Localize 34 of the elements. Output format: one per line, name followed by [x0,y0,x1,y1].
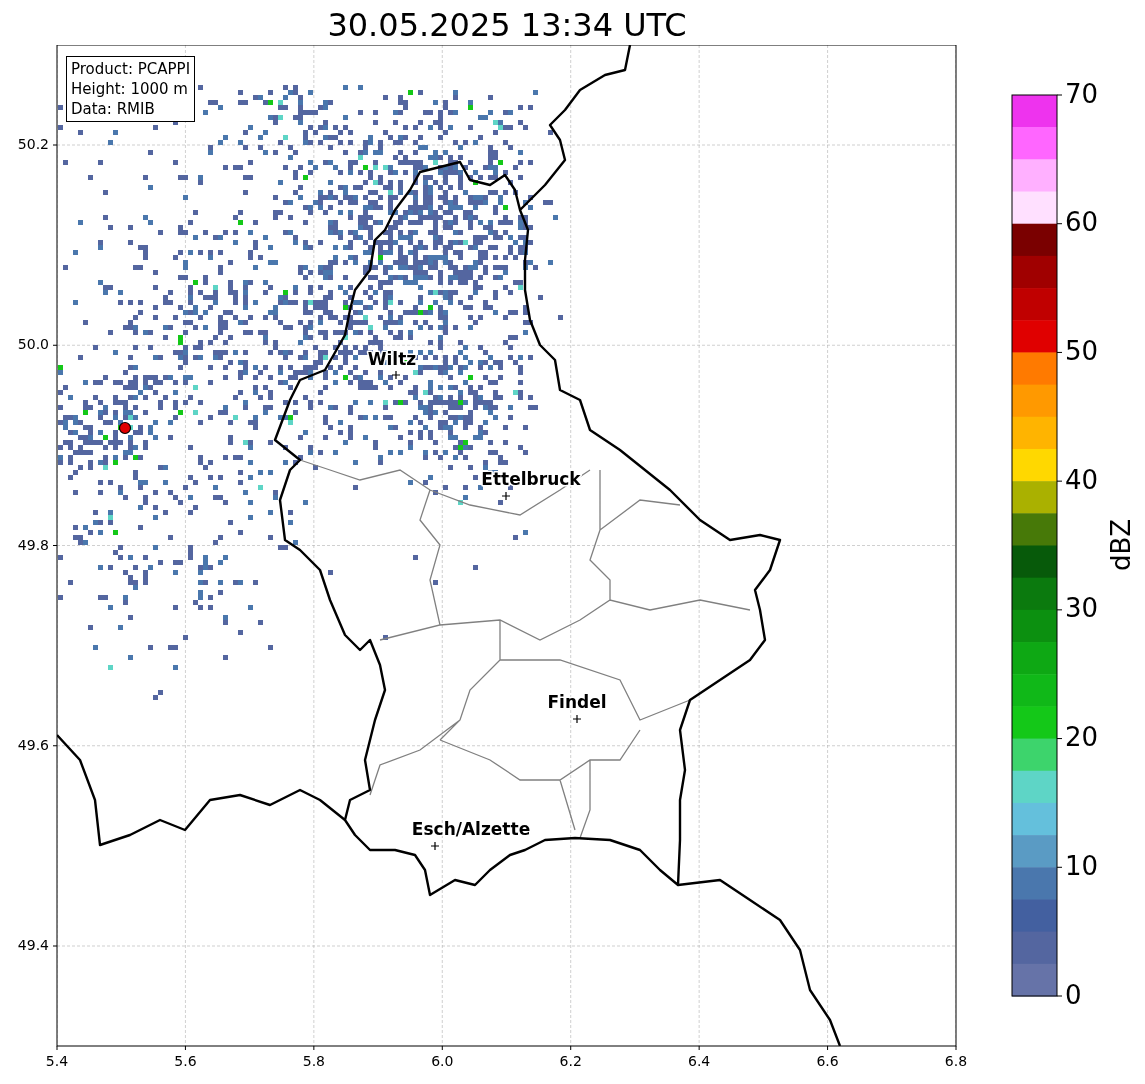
x-tick-label: 6.4 [688,1053,711,1069]
colorbar-tick-label: 30 [1065,593,1099,624]
city-marker [572,714,582,724]
city-marker [430,841,440,851]
colorbar-label: dBZ [1105,518,1136,572]
y-tick-label: 49.8 [17,536,49,553]
x-tick-label: 5.6 [174,1053,197,1069]
city-marker [501,491,511,501]
city-label: Esch/Alzette [411,819,531,839]
colorbar-tick-label: 50 [1065,335,1099,366]
y-tick-label: 50.2 [17,136,49,152]
x-tick-label: 6.6 [816,1053,839,1069]
x-tick-label: 6.0 [431,1053,454,1069]
city-marker [391,370,401,380]
info-line: Height: 1000 m [71,79,189,99]
colorbar-tick-label: 60 [1065,207,1099,238]
y-tick-label: 49.4 [17,937,49,953]
x-tick-label: 6.2 [559,1053,582,1069]
x-tick-label: 5.4 [45,1053,69,1069]
x-tick-label: 5.8 [302,1053,325,1069]
y-tick-label: 49.6 [17,736,49,753]
colorbar-tick-label: 20 [1065,722,1099,753]
y-tick-label: 50.0 [17,336,49,353]
colorbar-tick-label: 10 [1065,850,1099,881]
chart-title: 30.05.2025 13:34 UTC [326,5,688,45]
info-line: Product: PCAPPI [71,59,191,79]
info-line: Data: RMIB [71,99,156,119]
colorbar-tick-label: 40 [1065,464,1099,495]
x-tick-label: 6.8 [944,1053,968,1069]
city-label: Findel [547,692,607,712]
radar-site-marker [118,421,132,435]
colorbar-tick-label: 0 [1065,979,1082,1010]
colorbar-tick-label: 70 [1065,78,1099,109]
city-label: Ettelbruck [481,469,581,489]
